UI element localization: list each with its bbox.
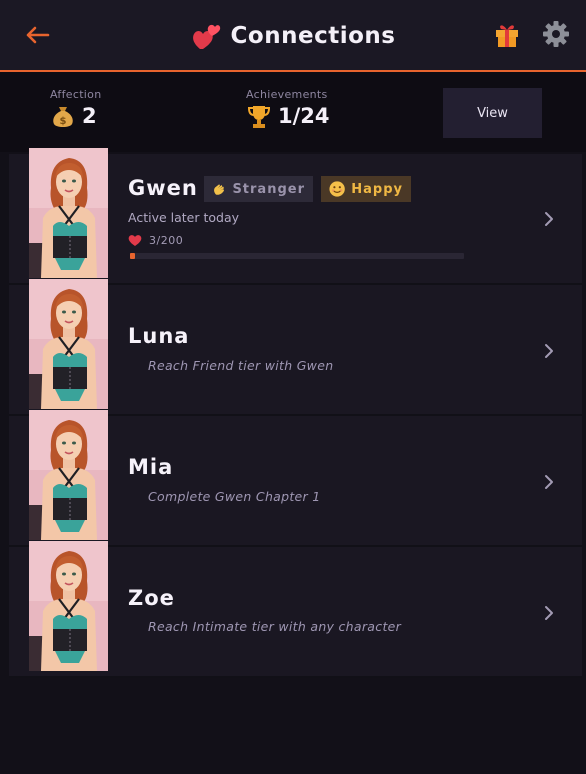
gift-button[interactable] [493, 20, 523, 50]
mood-badge: Happy [321, 176, 411, 202]
unlock-requirement: Reach Intimate tier with any character [148, 619, 402, 634]
affection-count: 3/200 [149, 234, 184, 247]
trophy-icon [247, 106, 271, 128]
gear-icon [543, 21, 569, 47]
chevron-right-icon [541, 474, 557, 490]
character-card-luna[interactable]: Luna Reach Friend tier with Gwen [9, 279, 582, 416]
money-bag-icon: $ [53, 107, 73, 127]
character-card-zoe[interactable]: Zoe Reach Intimate tier with any charact… [9, 541, 582, 678]
heart-icon [128, 235, 142, 246]
character-portrait [29, 410, 108, 540]
tier-badge-label: Stranger [232, 181, 305, 197]
character-name: Zoe [128, 586, 175, 610]
achievements-label: Achievements [246, 88, 328, 101]
hearts-icon [192, 24, 220, 49]
chevron-right-icon [541, 343, 557, 359]
character-card-mia[interactable]: Mia Complete Gwen Chapter 1 [9, 410, 582, 547]
character-portrait [29, 148, 108, 278]
unlock-requirement: Complete Gwen Chapter 1 [148, 489, 321, 504]
character-portrait [29, 541, 108, 671]
character-card-gwen[interactable]: Gwen Stranger Happy Active later today 3… [9, 148, 582, 285]
character-name: Luna [128, 324, 190, 348]
character-name: Mia [128, 455, 174, 479]
settings-button[interactable] [541, 19, 571, 49]
view-achievements-button[interactable]: View [443, 88, 542, 138]
chevron-right-icon [541, 605, 557, 621]
affection-meter: 3/200 [128, 234, 183, 247]
smiling-face-icon [329, 181, 345, 197]
affection-label: Affection [50, 88, 102, 101]
mood-badge-label: Happy [351, 181, 403, 197]
availability-status: Active later today [128, 210, 240, 225]
affection-progress-fill [130, 253, 135, 259]
page-title: Connections [230, 23, 396, 49]
unlock-requirement: Reach Friend tier with Gwen [148, 358, 334, 373]
achievements-value: 1/24 [278, 104, 330, 128]
achievements-stat: Achievements 1/24 [246, 88, 330, 129]
affection-stat: Affection $ 2 [50, 88, 101, 129]
stats-bar: Affection $ 2 Achievements 1/24 View [0, 72, 586, 152]
svg-text:$: $ [60, 116, 67, 127]
tier-badge: Stranger [204, 176, 313, 202]
top-bar: Connections [0, 0, 586, 72]
gift-icon [496, 25, 518, 47]
character-name: Gwen [128, 176, 198, 200]
chevron-right-icon [541, 211, 557, 227]
waving-hand-icon [214, 184, 225, 195]
character-portrait [29, 279, 108, 409]
affection-progress-bar [130, 253, 464, 259]
affection-value: 2 [82, 104, 97, 128]
